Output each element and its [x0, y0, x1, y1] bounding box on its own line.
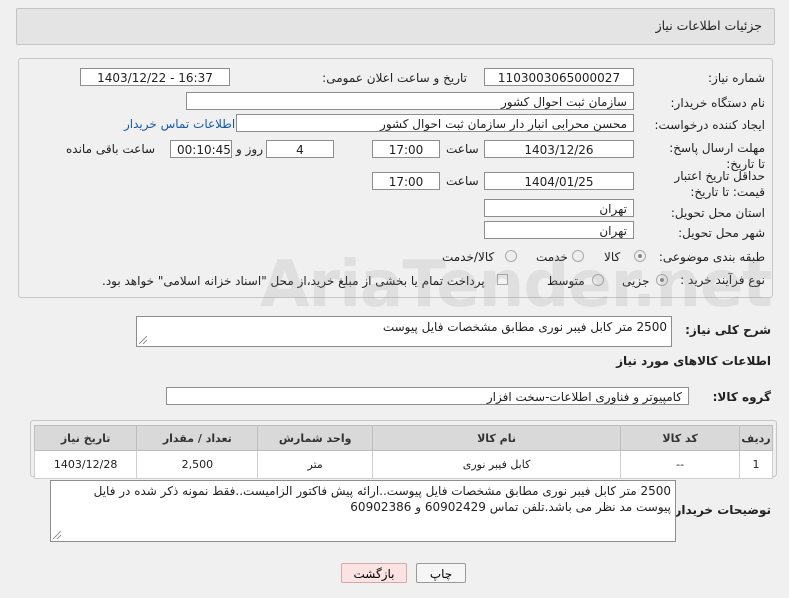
buyer-notes-label: توضیحات خریدار: [669, 503, 771, 517]
announce-datetime-field: 1403/12/22 - 16:37 [80, 68, 230, 86]
description-label: شرح کلی نیاز: [685, 323, 771, 337]
page-title: جزئیات اطلاعات نیاز [655, 18, 762, 33]
reply-deadline-time-label: ساعت [446, 142, 479, 156]
cell-row-number: 1 [739, 450, 773, 479]
buyer-org-label: نام دستگاه خریدار: [670, 96, 766, 110]
resize-grip-icon [139, 336, 147, 344]
goods-group-label: گروه کالا: [712, 390, 771, 404]
announce-datetime-label: تاریخ و ساعت اعلان عمومی: [322, 71, 467, 85]
category-radio-goods-service[interactable] [505, 250, 517, 262]
buyer-org-field: سازمان ثبت احوال کشور [186, 92, 634, 110]
need-number-label: شماره نیاز: [708, 71, 765, 85]
time-remaining-field: 00:10:45 [170, 140, 232, 158]
city-label: شهر محل تحویل: [678, 226, 765, 240]
category-option-goods-service: کالا/خدمت [442, 250, 495, 264]
buyer-contact-link[interactable]: اطلاعات تماس خریدار [124, 117, 235, 131]
need-number-field: 1103003065000027 [484, 68, 634, 86]
description-text: 2500 متر کابل فیبر نوری مطابق مشخصات فای… [382, 320, 667, 334]
goods-section-title: اطلاعات کالاهای مورد نیاز [616, 354, 771, 368]
col-goods-code: کد کالا [620, 425, 741, 451]
col-goods-name: نام کالا [371, 425, 622, 451]
price-validity-time-label: ساعت [446, 174, 479, 188]
days-remaining-field: 4 [266, 140, 334, 158]
requester-label: ایجاد کننده درخواست: [654, 118, 765, 132]
category-option-service: خدمت [536, 250, 568, 264]
process-radio-minor[interactable] [656, 274, 668, 286]
price-validity-label: حداقل تاریخ اعتبار قیمت: تا تاریخ: [674, 169, 765, 199]
buyer-notes-textarea: 2500 متر کابل فیبر نوری مطابق مشخصات فای… [50, 480, 676, 542]
col-need-date: تاریخ نیاز [33, 425, 138, 451]
back-button[interactable]: بازگشت [341, 563, 407, 583]
province-label: استان محل تحویل: [670, 206, 765, 220]
cell-goods-name: کابل فیبر نوری [371, 450, 622, 479]
goods-table-header: ردیف کد کالا نام کالا واحد شمارش تعداد /… [33, 425, 773, 451]
process-radio-medium[interactable] [592, 274, 604, 286]
price-validity-date: 1404/01/25 [484, 172, 634, 190]
goods-table: ردیف کد کالا نام کالا واحد شمارش تعداد /… [33, 425, 773, 479]
col-unit: واحد شمارش [257, 425, 373, 451]
category-label: طبقه بندی موضوعی: [658, 250, 765, 264]
page-header: جزئیات اطلاعات نیاز [16, 8, 775, 45]
reply-deadline-date: 1403/12/26 [484, 140, 634, 158]
table-row: 1 -- کابل فیبر نوری متر 2,500 1403/12/28 [33, 450, 773, 479]
cell-goods-code: -- [620, 450, 741, 479]
process-option-medium: متوسط [547, 274, 585, 288]
treasury-bonds-text: پرداخت تمام یا بخشی از مبلغ خرید،از محل … [102, 274, 485, 288]
cell-unit: متر [257, 450, 373, 479]
resize-grip-icon [53, 531, 61, 539]
goods-group-field: کامپیوتر و فناوری اطلاعات-سخت افزار [166, 387, 689, 405]
description-textarea: 2500 متر کابل فیبر نوری مطابق مشخصات فای… [136, 316, 672, 347]
goods-table-container: ردیف کد کالا نام کالا واحد شمارش تعداد /… [30, 420, 777, 479]
process-option-minor: جزیی [622, 274, 650, 288]
process-type-label: نوع فرآیند خرید : [680, 273, 765, 287]
reply-deadline-time: 17:00 [372, 140, 440, 158]
category-radio-goods[interactable] [634, 250, 646, 262]
print-button[interactable]: چاپ [416, 563, 466, 583]
time-remaining-label: ساعت باقی مانده [66, 142, 156, 156]
days-label: روز و [236, 142, 263, 156]
city-field: تهران [484, 221, 634, 239]
cell-need-date: 1403/12/28 [33, 450, 138, 479]
province-field: تهران [484, 199, 634, 217]
buyer-notes-text: 2500 متر کابل فیبر نوری مطابق مشخصات فای… [93, 484, 671, 514]
requester-field: محسن محرابی انبار دار سازمان ثبت احوال ک… [236, 114, 634, 132]
category-radio-service[interactable] [572, 250, 584, 262]
col-row-number: ردیف [739, 425, 773, 451]
cell-quantity: 2,500 [136, 450, 259, 479]
col-quantity: تعداد / مقدار [136, 425, 259, 451]
category-option-goods: کالا [604, 250, 621, 264]
price-validity-time: 17:00 [372, 172, 440, 190]
treasury-bonds-checkbox[interactable] [497, 274, 508, 285]
